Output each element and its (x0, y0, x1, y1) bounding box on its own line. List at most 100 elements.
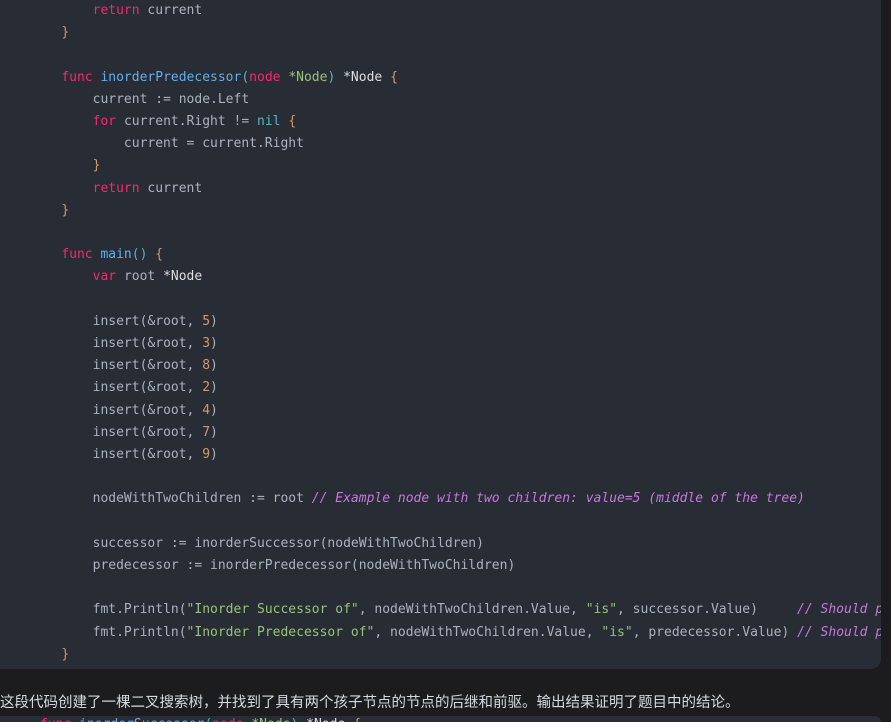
code-token: { (390, 69, 398, 85)
code-token: ) (210, 447, 218, 463)
code-token: insert(&root, (92, 447, 203, 463)
code-token: func (61, 247, 101, 263)
code-token: insert(&root, (92, 313, 203, 329)
code-line: insert(&root, 4) (30, 400, 871, 422)
code-token: , successor.Value) (617, 602, 798, 618)
code-line: current := node.Left (30, 89, 871, 111)
code-token: main (100, 247, 132, 263)
code-token: for (92, 114, 124, 130)
code-token: ) (210, 358, 218, 374)
code-line: insert(&root, 9) (30, 444, 871, 466)
code-line: insert(&root, 8) (30, 355, 871, 377)
code-token: current (147, 3, 203, 18)
code-token: () (131, 247, 148, 263)
code-token: *Node (163, 269, 203, 285)
code-line: current = current.Right (30, 133, 871, 155)
code-line: return current (30, 178, 871, 200)
code-token: fmt.Println( (92, 624, 187, 640)
code-token: { (353, 717, 361, 722)
code-token: "is" (585, 602, 618, 618)
code-token: { (288, 114, 297, 130)
code-token: nodeWithTwoChildren := root (92, 491, 312, 507)
code-line: insert(&root, 3) (30, 333, 871, 355)
code-line: nodeWithTwoChildren := root // Example n… (30, 488, 871, 510)
code-token: ( (241, 69, 250, 85)
code-token: "Inorder Successor of" (186, 602, 359, 618)
code-token: 9 (202, 447, 211, 463)
code-token: 2 (202, 380, 211, 396)
code-token: insert(&root, (92, 402, 203, 418)
code-line: fmt.Println("Inorder Predecessor of", no… (30, 622, 881, 644)
code-content[interactable]: return current } func inorderPredecessor… (0, 0, 881, 666)
code-token: func (40, 717, 79, 722)
code-token: 3 (202, 336, 211, 352)
code-token: *Node (288, 69, 328, 85)
code-token: 7 (202, 424, 211, 440)
code-token: } (61, 25, 70, 41)
code-line: } (30, 155, 871, 177)
code-token: current := node.Left (92, 91, 250, 107)
code-token: return (92, 3, 148, 18)
code-token: insert(&root, (92, 424, 203, 440)
code-token: current.Right != (123, 114, 257, 130)
code-token: "Inorder Predecessor of" (186, 624, 375, 640)
code-line: } (30, 644, 871, 666)
code-token: var (92, 269, 124, 285)
code-token: *Node (343, 69, 383, 85)
code-token: nil (257, 114, 281, 130)
code-token: insert(&root, (92, 336, 203, 352)
code-token: // Should print "7" (797, 602, 881, 618)
code-token: ) (210, 380, 218, 396)
code-token: current = current.Right (123, 136, 304, 152)
code-token: } (61, 202, 70, 218)
code-token: 4 (202, 402, 211, 418)
page-viewport: return current } func inorderPredecessor… (0, 0, 891, 722)
code-block-go: return current } func inorderPredecessor… (0, 0, 881, 669)
next-code-line: func inorderSuccessor(node *Node) *Node … (0, 716, 881, 722)
code-line: successor := inorderSuccessor(nodeWithTw… (30, 533, 871, 555)
code-line: insert(&root, 5) (30, 311, 871, 333)
code-line: insert(&root, 2) (30, 377, 871, 399)
code-line: insert(&root, 7) (30, 422, 871, 444)
code-line: return current (30, 0, 871, 22)
code-token: inorderPredecessor (100, 69, 242, 85)
code-token: return (92, 180, 148, 196)
code-token: *Node (306, 717, 345, 722)
code-token: successor := inorderSuccessor(nodeWithTw… (92, 535, 484, 551)
code-token: 8 (202, 358, 211, 374)
code-line: fmt.Println("Inorder Successor of", node… (30, 599, 881, 621)
code-token: insert(&root, (92, 358, 203, 374)
code-token: node (212, 717, 251, 722)
prose-text: 这段代码创建了一棵二叉搜索树，并找到了具有两个孩子节点的节点的后继和前驱。输出结… (0, 695, 740, 711)
code-line: predecessor := inorderPredecessor(nodeWi… (30, 555, 871, 577)
code-token: insert(&root, (92, 380, 203, 396)
code-token: , predecessor.Value) (632, 624, 798, 640)
code-token: fmt.Println( (92, 602, 187, 618)
code-token: node (249, 69, 289, 85)
code-line: var root *Node (30, 266, 871, 288)
code-token: // Example node with two children: value… (311, 491, 805, 507)
code-line: for current.Right != nil { (30, 111, 871, 133)
code-token: } (92, 158, 101, 174)
code-token: "is" (601, 624, 633, 640)
code-token: { (155, 247, 164, 263)
code-token: , nodeWithTwoChildren.Value, (358, 602, 586, 618)
code-token: ) (210, 424, 218, 440)
code-line: func inorderPredecessor(node *Node) *Nod… (30, 67, 871, 89)
code-token: inorderSuccessor (79, 717, 204, 722)
code-token: root (123, 269, 164, 285)
next-code-block-clipped: func inorderSuccessor(node *Node) *Node … (0, 716, 881, 722)
code-token: ) (210, 336, 218, 352)
code-token: ) (210, 313, 218, 329)
code-token: predecessor := inorderPredecessor(nodeWi… (92, 558, 516, 574)
code-line: } (30, 200, 871, 222)
prose-paragraph: 这段代码创建了一棵二叉搜索树，并找到了具有两个孩子节点的节点的后继和前驱。输出结… (0, 690, 891, 716)
code-token: func (61, 69, 101, 85)
code-token: , nodeWithTwoChildren.Value, (374, 624, 602, 640)
